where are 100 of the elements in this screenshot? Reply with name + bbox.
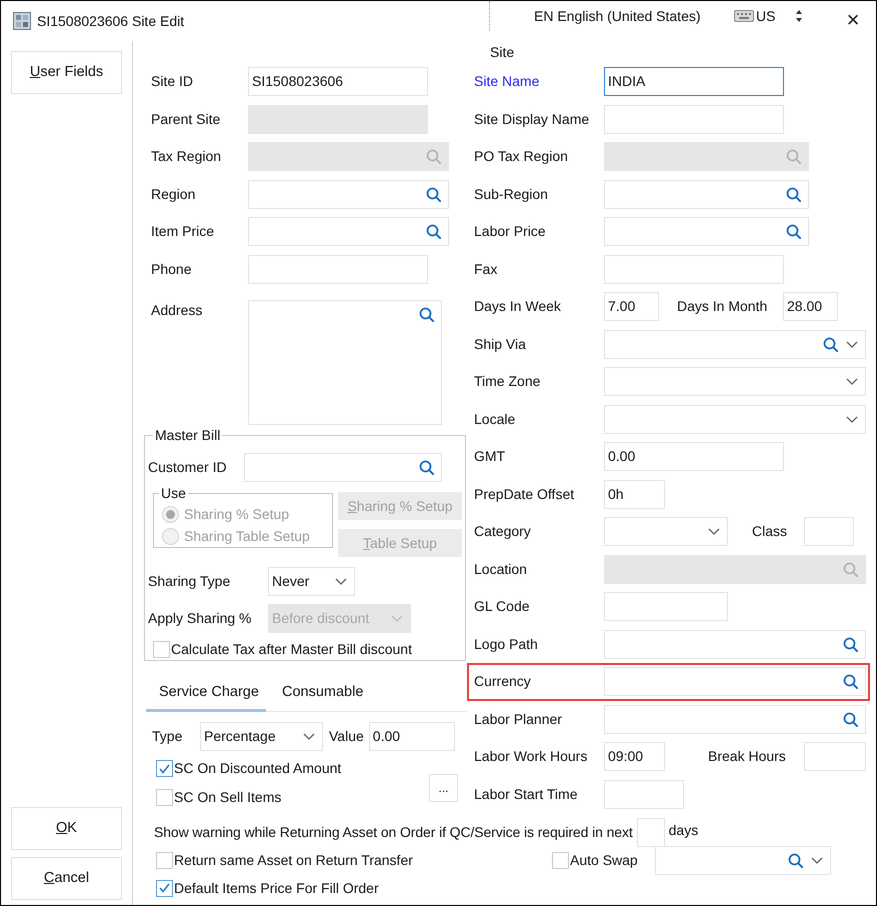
field-label: GMT (474, 447, 506, 466)
tab[interactable]: Consumable (269, 677, 376, 712)
search-icon (426, 224, 441, 240)
field-label: Labor Start Time (474, 784, 578, 804)
checkbox[interactable] (156, 880, 173, 896)
input-field[interactable] (248, 217, 449, 246)
input-field[interactable]: 28.00 (783, 292, 838, 322)
option-label: Sharing % Setup (184, 505, 290, 524)
field-label: Labor Work Hours (474, 747, 588, 766)
dropdown[interactable] (604, 330, 866, 359)
field-label: Fax (474, 260, 498, 279)
chevron-icon (708, 528, 720, 536)
dialog-button[interactable]: OK (11, 807, 122, 850)
field-label: Days In Week (474, 297, 562, 316)
group-title: Master Bill (154, 426, 222, 445)
input-field[interactable] (604, 592, 728, 622)
field-label: PrepDate Offset (474, 484, 576, 504)
field-label: Class (752, 522, 788, 542)
dropdown[interactable] (604, 517, 728, 546)
keyboard-layout-label[interactable]: US (756, 6, 776, 26)
field-label: Sub-Region (474, 184, 549, 204)
input-field[interactable]: 0.00 (604, 442, 784, 472)
field-label: GL Code (474, 597, 531, 616)
search-icon (843, 674, 858, 690)
checkbox-label: Default Items Price For Fill Order (174, 878, 379, 898)
field-label: Customer ID (148, 458, 228, 476)
dropdown[interactable]: Never (268, 566, 355, 596)
input-field[interactable] (604, 667, 866, 696)
field-label: Site Name (474, 72, 540, 92)
checkbox[interactable] (153, 641, 170, 658)
input-field[interactable] (248, 180, 449, 209)
up-down-icon (795, 9, 804, 23)
checkbox-label: SC On Sell Items (174, 788, 282, 807)
checkbox[interactable] (156, 760, 173, 777)
field-label: Days In Month (677, 297, 768, 316)
field-label: Phone (151, 260, 192, 279)
check-icon (158, 762, 171, 774)
field-label: Locale (474, 410, 516, 429)
text-area[interactable] (248, 300, 442, 425)
input-field[interactable] (604, 180, 809, 209)
field-label: Region (151, 184, 196, 204)
chevron-icon (391, 614, 403, 622)
field-label: Labor Planner (474, 710, 563, 729)
field-label: Sharing Type (148, 572, 232, 591)
dropdown[interactable] (655, 846, 831, 874)
language-label[interactable]: EN English (United States) (534, 6, 734, 26)
field-label: Tax Region (151, 147, 222, 166)
field-label: Value (329, 726, 364, 746)
input-field[interactable] (804, 517, 854, 546)
checkbox[interactable] (552, 852, 569, 868)
search-icon (843, 562, 858, 577)
input-field[interactable]: 0.00 (368, 722, 455, 750)
input-field[interactable]: 09:00 (604, 742, 665, 772)
search-icon (786, 186, 801, 202)
input-field[interactable] (804, 742, 866, 772)
more-button[interactable]: ... (429, 774, 458, 802)
dropdown[interactable] (604, 367, 866, 396)
chevron-icon (846, 416, 858, 423)
check-icon (158, 882, 171, 894)
input-field[interactable]: 7.00 (604, 292, 659, 322)
search-icon (419, 460, 434, 474)
input-field[interactable] (604, 704, 866, 734)
dropdown[interactable]: Percentage (200, 722, 323, 750)
search-icon (426, 149, 441, 164)
input-field[interactable]: INDIA (604, 67, 784, 96)
chevron-icon (846, 340, 858, 348)
search-icon (823, 336, 838, 352)
search-icon (426, 186, 441, 202)
close-button[interactable]: × (842, 7, 864, 33)
input-field[interactable] (636, 818, 665, 846)
unit-label: days (668, 821, 698, 840)
section-title: Site (489, 43, 516, 62)
dialog-button[interactable]: Cancel (11, 857, 122, 900)
checkbox[interactable] (156, 852, 173, 868)
search-icon (786, 149, 801, 164)
input-field[interactable] (248, 254, 428, 284)
search-icon (786, 224, 801, 240)
input-field[interactable] (604, 630, 866, 659)
input-field[interactable] (604, 104, 784, 134)
field-label: Type (152, 726, 184, 746)
input-field[interactable] (604, 254, 784, 284)
input-field[interactable] (244, 452, 442, 482)
field-label: Item Price (151, 222, 216, 242)
chevron-icon (846, 378, 858, 386)
field-label: Site Display Name (474, 110, 590, 129)
input-field[interactable]: SI1508023606 (248, 67, 428, 96)
search-icon (843, 712, 858, 727)
tab[interactable]: Service Charge (146, 677, 266, 712)
field-label: Site ID (151, 72, 194, 92)
search-icon (843, 636, 858, 652)
dropdown[interactable] (604, 404, 866, 434)
field-label: Category (474, 522, 532, 542)
sidebar-button[interactable]: User Fields (11, 51, 122, 94)
input-field[interactable]: 0h (604, 480, 665, 509)
app-icon (13, 12, 31, 30)
checkbox-label: SC On Discounted Amount (174, 759, 342, 778)
input-field[interactable] (604, 217, 809, 246)
option-label: Sharing Table Setup (184, 526, 310, 546)
input-field[interactable] (604, 780, 684, 809)
checkbox[interactable] (156, 789, 173, 806)
